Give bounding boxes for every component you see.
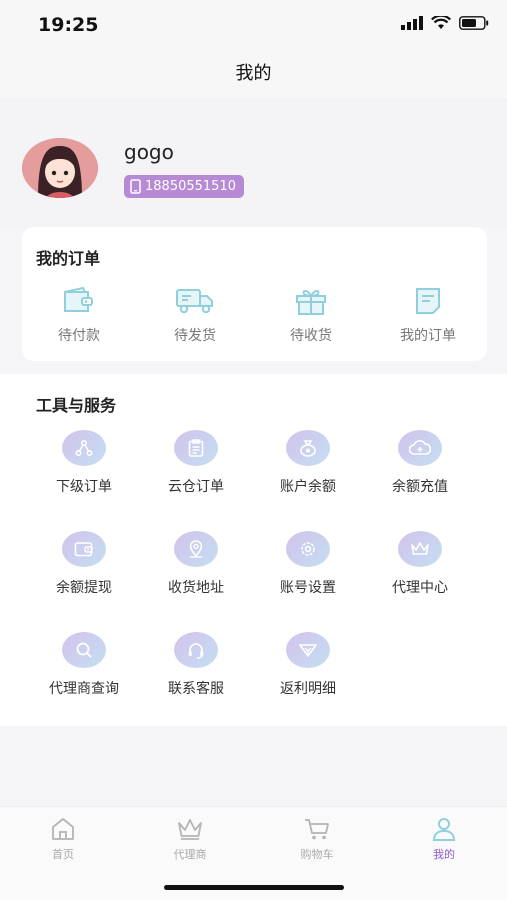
orders-title: 我的订单 [36, 249, 101, 268]
home-indicator [164, 885, 344, 890]
crown-icon [178, 819, 202, 840]
tool-label: 代理商查询 [49, 681, 119, 697]
tool-label: 账户余额 [280, 479, 336, 495]
order-pending-shipment[interactable]: 待发货 [140, 285, 250, 345]
status-icons [401, 16, 489, 30]
avatar[interactable] [22, 138, 98, 198]
order-item-label: 我的订单 [400, 328, 456, 344]
tool-cloud-warehouse-orders[interactable]: 云仓订单 [141, 430, 251, 496]
wallet-icon [74, 542, 93, 557]
tab-home[interactable]: 首页 [13, 817, 113, 862]
crown-icon [411, 542, 429, 555]
tab-mine[interactable]: 我的 [394, 817, 494, 862]
search-icon [76, 642, 92, 658]
wifi-icon [431, 16, 451, 29]
tool-agent-lookup[interactable]: 代理商查询 [29, 632, 139, 698]
tool-contact-support[interactable]: 联系客服 [141, 632, 251, 698]
tool-label: 余额提现 [56, 580, 112, 596]
tool-label: 账号设置 [280, 580, 336, 596]
tool-account-balance[interactable]: 账户余额 [253, 430, 363, 496]
order-item-label: 待发货 [174, 328, 216, 344]
battery-icon [459, 16, 489, 30]
cart-icon [305, 819, 329, 840]
headset-icon [188, 643, 204, 659]
tool-subordinate-orders[interactable]: 下级订单 [29, 430, 139, 496]
signal-icon [401, 16, 423, 30]
order-item-label: 待付款 [58, 328, 100, 344]
tool-label: 下级订单 [56, 479, 112, 495]
tool-agent-center[interactable]: 代理中心 [365, 531, 475, 597]
order-pending-receipt[interactable]: 待收货 [256, 285, 366, 345]
tool-rebate-details[interactable]: 返利明细 [253, 632, 363, 698]
tab-label: 购物车 [300, 848, 334, 861]
location-icon [189, 540, 203, 558]
status-bar: 19:25 [0, 0, 507, 50]
tools-section: 工具与服务 下级订单 云仓订单 账户余额 余额充值 余额提现 收货地址 账号设置… [0, 374, 507, 726]
clipboard-icon [188, 439, 204, 457]
tool-balance-recharge[interactable]: 余额充值 [365, 430, 475, 496]
tool-label: 余额充值 [392, 479, 448, 495]
order-all[interactable]: 我的订单 [373, 285, 483, 345]
order-pending-payment[interactable]: 待付款 [24, 285, 134, 345]
tool-label: 收货地址 [168, 580, 224, 596]
home-icon [52, 818, 74, 840]
orders-card: 我的订单 待付款 待发货 待收货 我的订单 [22, 227, 487, 361]
avatar-illustration [22, 138, 98, 198]
user-icon [432, 818, 456, 841]
tools-title: 工具与服务 [36, 396, 117, 415]
tab-cart[interactable]: 购物车 [267, 817, 367, 862]
order-list-icon [416, 288, 440, 314]
gift-icon [296, 289, 326, 315]
gear-icon [301, 542, 315, 556]
status-time: 19:25 [38, 14, 99, 36]
money-bag-icon [300, 440, 316, 457]
page-title: 我的 [235, 63, 272, 84]
username: gogo [124, 140, 174, 164]
tool-shipping-address[interactable]: 收货地址 [141, 531, 251, 597]
order-item-label: 待收货 [290, 328, 332, 344]
tab-label: 代理商 [173, 848, 207, 861]
nav-bar: 我的 [0, 50, 507, 98]
tab-agent[interactable]: 代理商 [140, 817, 240, 862]
tab-label: 我的 [433, 848, 455, 861]
cloud-add-icon [409, 440, 431, 455]
rebate-icon [299, 644, 317, 657]
phone-number: 18850551510 [145, 179, 236, 194]
phone-badge: 18850551510 [124, 175, 244, 198]
tool-label: 云仓订单 [168, 479, 224, 495]
phone-icon [130, 179, 141, 194]
tool-label: 代理中心 [392, 580, 448, 596]
truck-icon [176, 289, 213, 314]
tab-label: 首页 [52, 848, 74, 861]
hierarchy-icon [75, 439, 93, 457]
tool-balance-withdraw[interactable]: 余额提现 [29, 531, 139, 597]
tool-label: 联系客服 [168, 681, 224, 697]
tool-label: 返利明细 [280, 681, 336, 697]
tool-account-settings[interactable]: 账号设置 [253, 531, 363, 597]
profile-section: gogo 18850551510 [0, 98, 507, 228]
wallet-icon [64, 287, 93, 312]
